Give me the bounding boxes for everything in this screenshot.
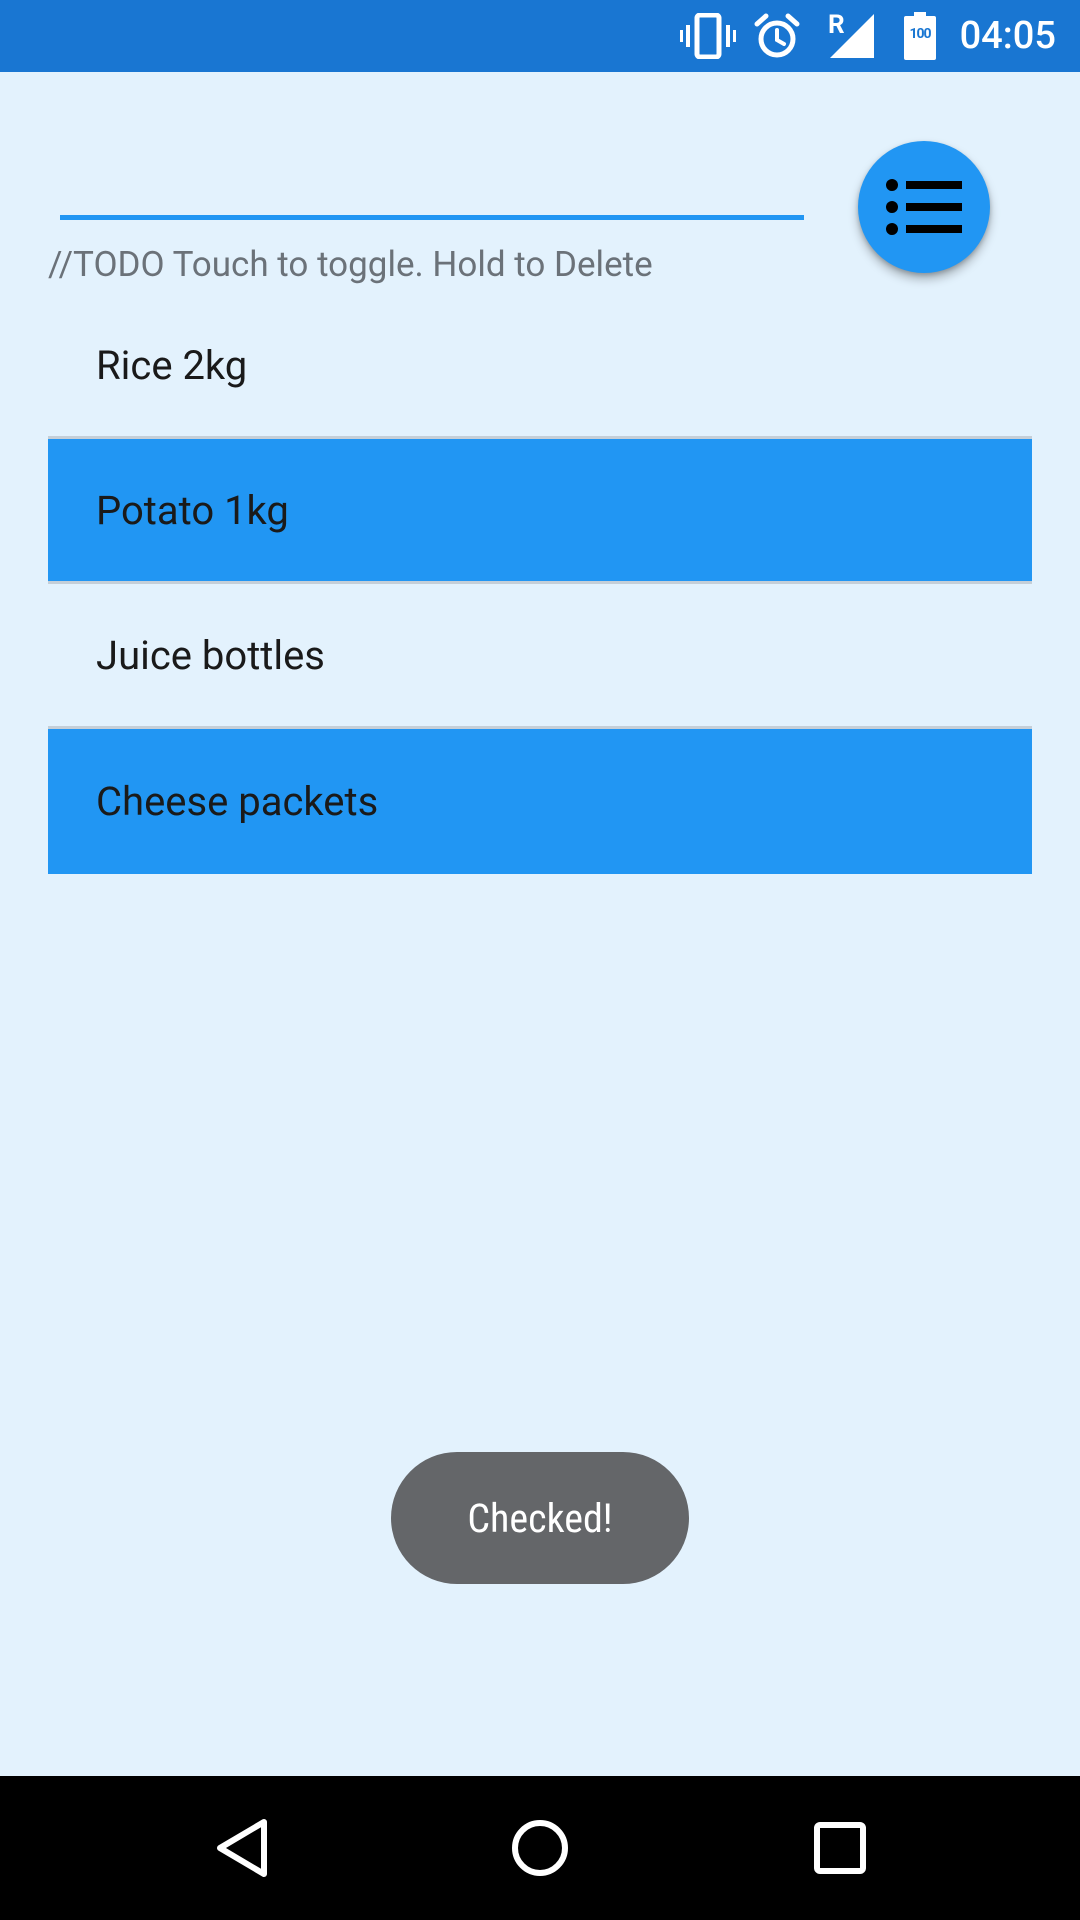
- list-item-label: Juice bottles: [96, 631, 325, 679]
- home-icon: [510, 1818, 570, 1878]
- vibrate-icon: [678, 0, 738, 72]
- hint-text: //TODO Touch to toggle. Hold to Delete: [48, 244, 653, 285]
- status-time: 04:05: [959, 14, 1056, 58]
- recents-button[interactable]: [768, 1776, 912, 1920]
- list-button[interactable]: [858, 141, 990, 273]
- network-label: R: [828, 10, 845, 40]
- list-item[interactable]: Potato 1kg: [48, 439, 1032, 584]
- battery-level: 100: [909, 26, 931, 42]
- todo-input[interactable]: [60, 150, 804, 220]
- navigation-bar: [0, 1776, 1080, 1920]
- list-icon: [886, 175, 962, 239]
- list-item[interactable]: Juice bottles: [48, 584, 1032, 729]
- recents-icon: [813, 1821, 867, 1875]
- list-item[interactable]: Rice 2kg: [48, 294, 1032, 439]
- back-button[interactable]: [170, 1776, 314, 1920]
- alarm-icon: [752, 0, 802, 72]
- list-item[interactable]: Cheese packets: [48, 729, 1032, 874]
- status-bar: R 100 04:05: [0, 0, 1080, 72]
- list-item-label: Rice 2kg: [96, 341, 248, 389]
- home-button[interactable]: [468, 1776, 612, 1920]
- back-icon: [214, 1818, 270, 1878]
- list-item-label: Cheese packets: [96, 778, 379, 825]
- todo-list: Rice 2kg Potato 1kg Juice bottles Cheese…: [48, 294, 1032, 874]
- list-item-label: Potato 1kg: [96, 486, 289, 534]
- toast-message: Checked!: [391, 1452, 689, 1584]
